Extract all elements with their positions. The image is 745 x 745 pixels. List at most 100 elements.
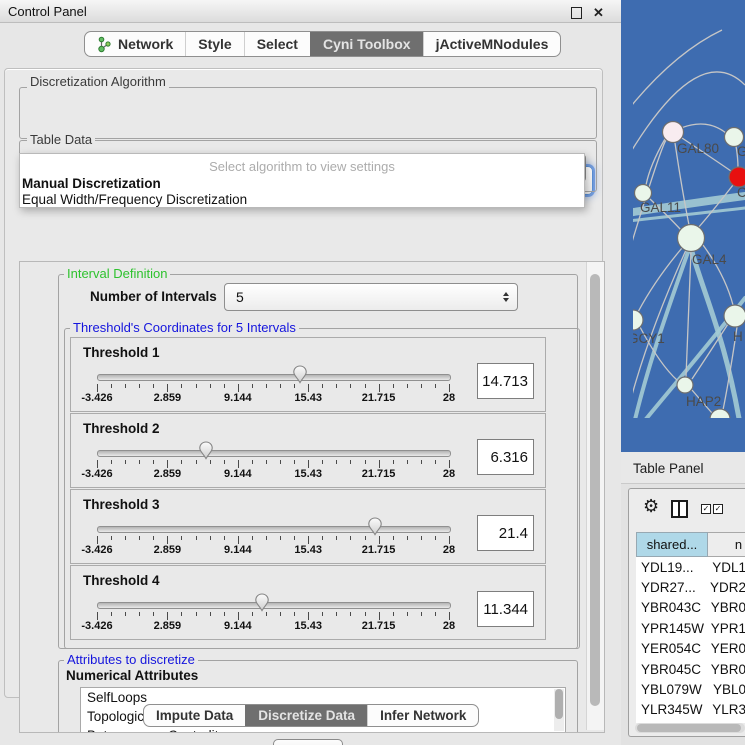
cell-shared-name: YDR27... [636,580,704,595]
scrollbar-thumb[interactable] [590,274,600,706]
threshold-slider-track[interactable] [97,602,451,609]
threshold-value-field[interactable]: 6.316 [477,439,534,475]
columns-icon[interactable] [671,500,688,518]
column-header-name[interactable]: n [708,532,745,557]
network-node[interactable] [710,409,730,418]
threshold-slider-track[interactable] [97,374,451,381]
network-node-label: C [737,185,745,200]
tick-mark [379,536,380,544]
network-node-label: GAL11 [640,200,681,215]
cell-name: YBR0 [705,600,745,615]
table-row[interactable]: YBR045CYBR0 [636,659,745,679]
threshold-slider-track[interactable] [97,526,451,533]
checkbox-icon[interactable]: ✓ [701,504,711,514]
tick-mark [210,612,211,616]
tick-mark [252,460,253,464]
control-panel-window: Control Panel ✕ NetworkStyleSelectCyni T… [0,0,621,745]
table-row[interactable]: YPR145WYPR1 [636,618,745,638]
tick-mark [111,612,112,616]
network-node-gal11[interactable] [635,185,652,202]
tick-mark [421,384,422,388]
tick-mark [322,612,323,616]
float-window-icon[interactable] [571,7,582,19]
threshold-slider-track[interactable] [97,450,451,457]
table-panel-title: Table Panel [633,461,704,476]
threshold-label: Threshold 3 [83,497,160,512]
tick-mark [125,612,126,616]
network-edge [646,139,665,185]
network-node-gal80[interactable] [663,122,684,143]
network-node-h[interactable] [724,305,745,327]
algorithm-dropdown-popup: Select algorithm to view settings Manual… [19,153,585,208]
table-row[interactable]: YBR043CYBR0 [636,598,745,618]
threshold-group-title: Threshold's Coordinates for 5 Intervals [70,321,299,334]
apply-button[interactable]: Apply [273,739,343,745]
tick-mark [435,384,436,388]
table-panel-titlebar: Table Panel [621,452,745,484]
scrollbar-thumb[interactable] [637,724,741,732]
threshold-label: Threshold 1 [83,345,160,360]
tick-mark [252,536,253,540]
table-row[interactable]: YER054CYER0 [636,639,745,659]
tab-style[interactable]: Style [185,32,243,56]
interval-definition-title: Interval Definition [64,267,170,280]
network-node-label: GCY1 [633,331,665,346]
tick-mark [224,384,225,388]
checkbox-icon[interactable]: ✓ [713,504,723,514]
tab-network[interactable]: Network [85,32,185,56]
tick-mark [421,536,422,540]
tick-mark [449,384,450,392]
attribute-list-item[interactable]: BetweennessCentrality [81,726,565,733]
table-row[interactable]: YDL19...YDL1 [636,557,745,577]
network-edge [686,251,691,377]
threshold-slider-thumb[interactable] [254,593,270,612]
tick-label: 9.144 [224,468,252,480]
table-row[interactable]: YLR345WYLR3 [636,700,745,720]
network-edge [633,30,722,105]
tab-discretize-data[interactable]: Discretize Data [245,705,367,726]
network-edge [698,185,733,228]
network-node-gal4[interactable] [678,225,705,252]
tick-mark [238,460,239,468]
network-node-c[interactable] [729,167,745,187]
network-canvas[interactable]: GAL80GACGAL11GAL4GCY1HHAP2 [633,29,745,418]
tick-mark [167,612,168,620]
settings-vertical-scrollbar[interactable] [586,262,604,730]
table-rows: YDL19...YDL1YDR27...YDR2YBR043CYBR0YPR14… [636,557,745,723]
tab-infer-network[interactable]: Infer Network [367,705,478,726]
tab-cyni-toolbox[interactable]: Cyni Toolbox [310,32,423,56]
threshold-slider-thumb[interactable] [198,441,214,460]
threshold-value-field[interactable]: 21.4 [477,515,534,551]
network-node-hap2[interactable] [677,377,693,393]
threshold-slider-thumb[interactable] [292,365,308,384]
tick-mark [407,536,408,540]
tick-label: 9.144 [224,392,252,404]
dropdown-option-equal-width[interactable]: Equal Width/Frequency Discretization [22,192,582,207]
network-node-gcy1[interactable] [633,310,643,330]
tab-jactivemnodules[interactable]: jActiveMNodules [423,32,561,56]
gear-icon[interactable]: ⚙ [643,498,659,516]
threshold-panel-1: Threshold 1-3.4262.8599.14415.4321.71528… [70,337,546,412]
number-of-intervals-combo[interactable]: 5 [224,283,518,311]
tick-mark [308,384,309,392]
table-row[interactable]: YDR27...YDR2 [636,577,745,597]
threshold-value-field[interactable]: 11.344 [477,591,534,627]
tick-mark [167,536,168,544]
threshold-slider-thumb[interactable] [367,517,383,536]
table-horizontal-scrollbar[interactable] [635,723,745,733]
tab-impute-data[interactable]: Impute Data [144,705,245,726]
cell-shared-name: YPR145W [636,621,705,636]
table-row[interactable]: YBL079WYBL0 [636,679,745,699]
tick-label: -3.426 [81,468,112,480]
tick-mark [181,384,182,388]
close-icon[interactable]: ✕ [593,5,604,21]
attributes-scrollbar[interactable] [554,689,564,731]
tick-mark [294,384,295,388]
dropdown-option-manual[interactable]: Manual Discretization [22,176,582,191]
tick-mark [210,384,211,388]
tick-mark [350,460,351,464]
threshold-value-field[interactable]: 14.713 [477,363,534,399]
network-node-label: GAL4 [692,252,727,267]
tab-select[interactable]: Select [244,32,310,56]
column-header-shared-name[interactable]: shared... [636,532,708,557]
